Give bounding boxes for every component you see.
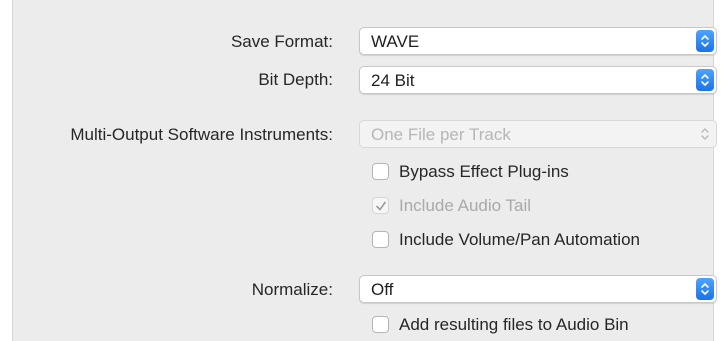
bypass-effects-checkbox[interactable] — [372, 163, 389, 180]
normalize-value: Off — [371, 280, 394, 299]
save-format-popup[interactable]: WAVE — [359, 27, 717, 55]
include-audio-tail-checkbox[interactable] — [372, 197, 389, 214]
bit-depth-label: Bit Depth: — [258, 70, 333, 89]
multi-output-value: One File per Track — [371, 125, 511, 144]
add-to-audio-bin-label: Add resulting files to Audio Bin — [399, 315, 629, 334]
bit-depth-popup[interactable]: 24 Bit — [359, 66, 717, 94]
normalize-label: Normalize: — [251, 280, 333, 299]
save-format-label: Save Format: — [230, 32, 333, 51]
include-volume-pan-label: Include Volume/Pan Automation — [399, 230, 640, 249]
checkmark-icon — [376, 201, 386, 211]
bounce-settings-panel: Save Format: WAVE Bit Depth: 24 Bit Mult… — [12, 0, 717, 341]
up-down-chevron-icon — [696, 123, 714, 145]
up-down-chevron-icon — [696, 30, 714, 52]
bit-depth-value: 24 Bit — [371, 71, 415, 90]
multi-output-popup[interactable]: One File per Track — [359, 120, 717, 148]
normalize-popup[interactable]: Off — [359, 275, 717, 303]
up-down-chevron-icon — [696, 278, 714, 300]
multi-output-label: Multi-Output Software Instruments: — [70, 125, 333, 144]
save-format-value: WAVE — [371, 32, 420, 51]
up-down-chevron-icon — [696, 69, 714, 91]
include-volume-pan-checkbox[interactable] — [372, 231, 389, 248]
bypass-effects-label: Bypass Effect Plug-ins — [399, 162, 569, 181]
include-audio-tail-label: Include Audio Tail — [399, 196, 532, 215]
add-to-audio-bin-checkbox[interactable] — [372, 316, 389, 333]
